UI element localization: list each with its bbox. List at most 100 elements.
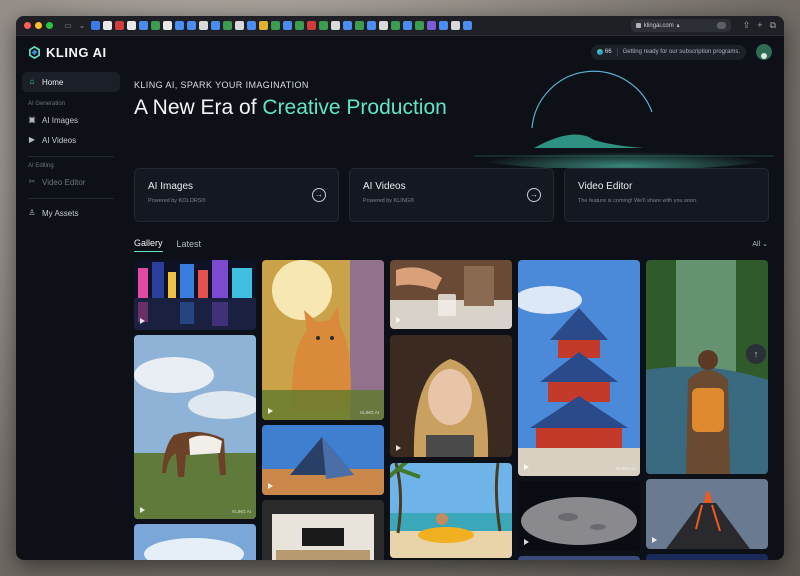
gallery-item-volcano[interactable] xyxy=(646,479,768,549)
address-bar[interactable]: klingai.com 🔒︎ xyxy=(630,19,731,32)
filter-value: All xyxy=(752,241,761,248)
tab-latest[interactable]: Latest xyxy=(177,239,202,252)
app-header: KLING AI 66 Getting ready for our subscr… xyxy=(16,36,784,68)
subscription-notice[interactable]: 66 Getting ready for our subscription pr… xyxy=(590,44,746,60)
gallery-item-clouds[interactable] xyxy=(134,524,256,560)
browser-tab-favicon-icon[interactable] xyxy=(151,21,160,30)
gallery-item-beach[interactable] xyxy=(390,463,512,558)
gallery-item-kitten[interactable]: KLING AI xyxy=(262,260,384,420)
browser-tab-favicon-icon[interactable] xyxy=(415,21,424,30)
home-icon: ⌂ xyxy=(29,77,35,86)
browser-tab-favicon-icon[interactable] xyxy=(163,21,172,30)
gallery-item-city-night[interactable] xyxy=(134,260,256,330)
filter-dropdown[interactable]: All ⌄ xyxy=(752,240,768,248)
browser-tab-favicon-icon[interactable] xyxy=(271,21,280,30)
interior-image xyxy=(262,500,384,560)
card-title: AI Images xyxy=(148,181,194,192)
window-controls xyxy=(24,22,53,29)
browser-tab-favicon-icon[interactable] xyxy=(247,21,256,30)
browser-tab-favicon-icon[interactable] xyxy=(451,21,460,30)
card-video-editor[interactable]: Video Editor The feature is coming! We'l… xyxy=(564,168,769,222)
browser-tab-favicon-icon[interactable] xyxy=(199,21,208,30)
browser-tab-favicon-icon[interactable] xyxy=(295,21,304,30)
browser-tab-favicon-icon[interactable] xyxy=(307,21,316,30)
gallery-tabs: Gallery Latest xyxy=(134,238,201,252)
browser-tab-favicon-icon[interactable] xyxy=(175,21,184,30)
card-subtitle: The feature is coming! We'll share with … xyxy=(578,198,698,204)
minimize-window-button[interactable] xyxy=(35,22,42,29)
browser-tab-favicon-icon[interactable] xyxy=(211,21,220,30)
browser-tab-favicon-icon[interactable] xyxy=(343,21,352,30)
gallery-item-sky[interactable] xyxy=(518,556,640,560)
sidebar-item-ai-images[interactable]: ▣ AI Images xyxy=(22,110,120,130)
play-icon xyxy=(524,464,529,470)
share-icon[interactable]: ⇪ xyxy=(743,20,751,31)
sidebar-item-my-assets[interactable]: ♙ My Assets xyxy=(22,203,120,223)
back-to-top-button[interactable]: ↑ xyxy=(746,344,766,364)
headline-prefix: A New Era of xyxy=(134,96,263,119)
hero-glow-graphic xyxy=(474,70,774,168)
new-tab-icon[interactable]: + xyxy=(757,20,762,31)
gallery-item-jungle-hiker[interactable] xyxy=(646,260,768,474)
browser-tab-favicon-icon[interactable] xyxy=(403,21,412,30)
section-label-editing: AI Editing xyxy=(28,163,54,169)
logo-text: KLING AI xyxy=(46,44,107,60)
browser-tab-favicon-icon[interactable] xyxy=(103,21,112,30)
browser-tab-favicon-icon[interactable] xyxy=(235,21,244,30)
watermark: KLING AI xyxy=(232,509,251,514)
credits-badge[interactable]: 66 xyxy=(596,49,612,55)
gallery-item-interior[interactable] xyxy=(262,500,384,560)
sidebar-item-home[interactable]: ⌂ Home xyxy=(22,72,120,92)
browser-tab-favicon-icon[interactable] xyxy=(91,21,100,30)
card-ai-videos[interactable]: AI Videos Powered by KLING® → xyxy=(349,168,554,222)
browser-tab-favicon-icon[interactable] xyxy=(439,21,448,30)
gallery-item-coffee-pour[interactable] xyxy=(390,260,512,329)
headline-accent: Creative Production xyxy=(262,96,447,119)
arrow-right-icon[interactable]: → xyxy=(527,188,541,202)
tab-overview-icon[interactable]: ⧉ xyxy=(770,20,776,31)
browser-tab-favicon-icon[interactable] xyxy=(127,21,136,30)
browser-tab-favicon-icon[interactable] xyxy=(319,21,328,30)
city-night-image xyxy=(134,260,256,330)
browser-tab-favicon-icon[interactable] xyxy=(391,21,400,30)
gallery-item-night[interactable] xyxy=(646,554,768,560)
gallery-item-portrait[interactable] xyxy=(390,335,512,457)
logo[interactable]: KLING AI xyxy=(28,45,107,60)
gallery-item-temple[interactable]: KLING AI xyxy=(518,260,640,476)
moon-surface-image xyxy=(518,481,640,551)
card-ai-images[interactable]: AI Images Powered by KOLORS® → xyxy=(134,168,339,222)
gallery-item-pyramid[interactable] xyxy=(262,425,384,495)
browser-tab-favicon-icon[interactable] xyxy=(463,21,472,30)
chevron-down-icon[interactable]: ⌄ xyxy=(77,21,87,30)
temple-image xyxy=(518,260,640,476)
browser-tab-favicon-icon[interactable] xyxy=(283,21,292,30)
browser-tab-favicon-icon[interactable] xyxy=(223,21,232,30)
tab-gallery[interactable]: Gallery xyxy=(134,238,163,252)
browser-tab-favicon-icon[interactable] xyxy=(367,21,376,30)
sidebar: ⌂ Home AI Generation ▣ AI Images ▶ AI Vi… xyxy=(16,68,126,560)
browser-tab-favicon-icon[interactable] xyxy=(115,21,124,30)
gallery-item-moon-surface[interactable] xyxy=(518,481,640,551)
sidebar-toggle-icon[interactable]: ▭ xyxy=(63,21,73,30)
browser-tab-favicon-icon[interactable] xyxy=(355,21,364,30)
close-window-button[interactable] xyxy=(24,22,31,29)
avatar[interactable] xyxy=(756,44,772,60)
gallery-item-horse[interactable]: KLING AI xyxy=(134,335,256,519)
browser-tab-favicon-icon[interactable] xyxy=(187,21,196,30)
arrow-right-icon[interactable]: → xyxy=(312,188,326,202)
sidebar-item-label: AI Images xyxy=(42,115,79,125)
sidebar-item-ai-videos[interactable]: ▶ AI Videos xyxy=(22,130,120,150)
browser-tab-favicon-icon[interactable] xyxy=(379,21,388,30)
credit-icon xyxy=(596,49,603,55)
kling-logo-icon xyxy=(29,45,40,59)
horse-image xyxy=(134,335,256,519)
more-icon[interactable] xyxy=(716,22,726,29)
browser-tab-favicon-icon[interactable] xyxy=(139,21,148,30)
browser-tab-favicon-icon[interactable] xyxy=(331,21,340,30)
card-title: Video Editor xyxy=(578,181,633,192)
maximize-window-button[interactable] xyxy=(46,22,53,29)
sidebar-item-video-editor[interactable]: ✂ Video Editor xyxy=(22,172,120,192)
browser-tab-favicon-icon[interactable] xyxy=(259,21,268,30)
browser-tab-favicon-icon[interactable] xyxy=(427,21,436,30)
play-icon xyxy=(396,445,401,451)
